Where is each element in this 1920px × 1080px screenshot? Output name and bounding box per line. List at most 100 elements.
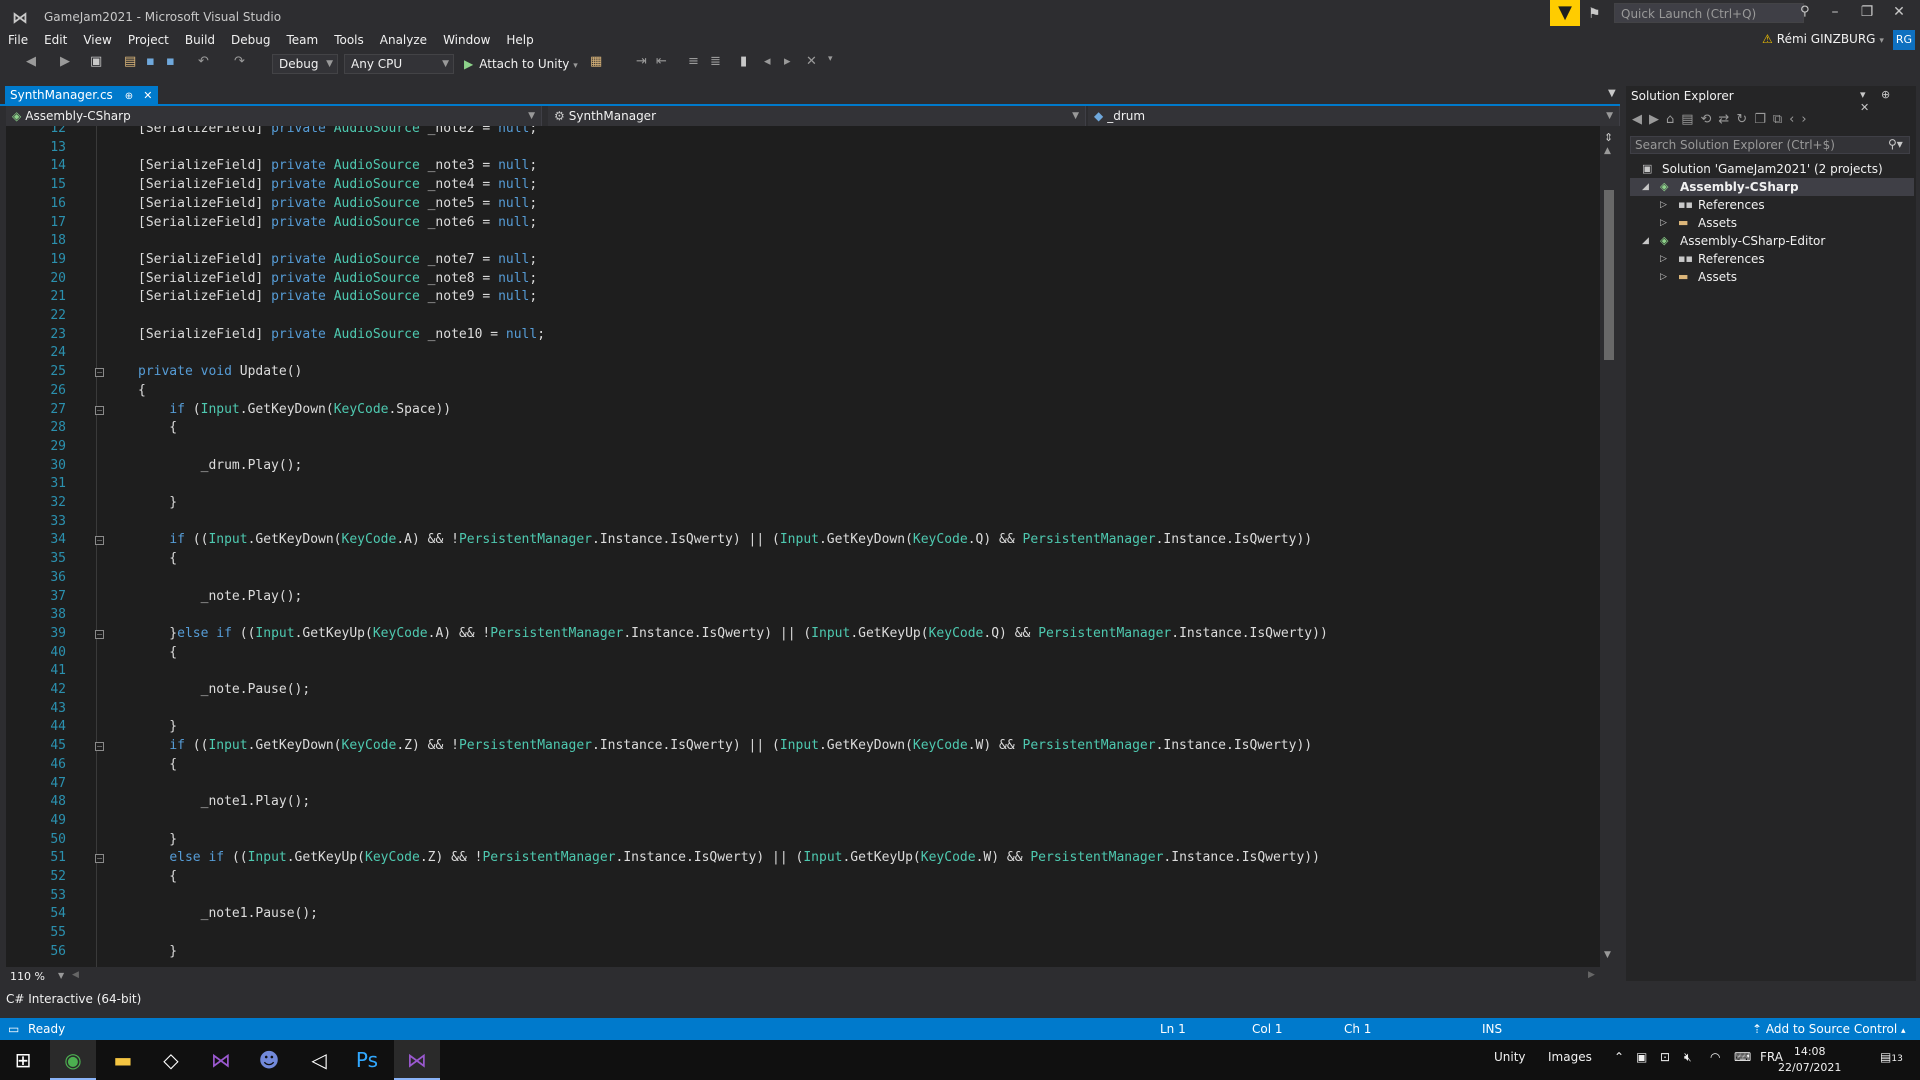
avatar[interactable]: RG bbox=[1893, 30, 1915, 50]
visual-studio-active-icon[interactable]: ⋈ bbox=[394, 1040, 440, 1080]
file-explorer-icon[interactable]: ▬ bbox=[100, 1040, 146, 1080]
attach-to-unity-button[interactable]: ▶ Attach to Unity ▾ bbox=[464, 54, 578, 76]
visual-studio-icon[interactable]: ⋈ bbox=[198, 1040, 244, 1080]
tree-item[interactable]: ▷ ▪▪ References bbox=[1630, 250, 1914, 268]
output-window-icon[interactable]: ▭ bbox=[8, 1018, 19, 1040]
expand-icon[interactable]: ▷ bbox=[1660, 250, 1667, 268]
restore-icon[interactable]: ❐ bbox=[1852, 4, 1882, 20]
step-into-icon[interactable]: ⇤ bbox=[656, 54, 667, 69]
notifications-icon[interactable]: ⚑ bbox=[1588, 6, 1601, 22]
collapse-region-icon[interactable]: − bbox=[95, 536, 104, 546]
code-line[interactable]: [SerializeField] private AudioSource _no… bbox=[138, 288, 537, 307]
tray-app-icon[interactable]: ▣ bbox=[1636, 1050, 1647, 1064]
solution-platform-select[interactable]: Any CPU ▼ bbox=[344, 54, 454, 74]
code-line[interactable]: else if ((Input.GetKeyUp(KeyCode.Z) && !… bbox=[138, 849, 1320, 868]
zoom-level[interactable]: 110 % bbox=[10, 970, 45, 983]
undo-icon[interactable]: ↶ bbox=[198, 54, 209, 69]
menu-tools[interactable]: Tools bbox=[326, 30, 372, 50]
comment-icon[interactable]: ≡ bbox=[688, 54, 699, 69]
uncomment-icon[interactable]: ≣ bbox=[710, 54, 721, 69]
volume-muted-icon[interactable]: 🔇︎ bbox=[1684, 1050, 1692, 1065]
code-line[interactable]: if ((Input.GetKeyDown(KeyCode.A) && !Per… bbox=[138, 531, 1312, 550]
navigate-forward-icon[interactable]: ▶ bbox=[60, 54, 70, 69]
clock[interactable]: 14:08 22/07/2021 bbox=[1778, 1044, 1841, 1076]
tree-item[interactable]: ▷ ▬ Assets bbox=[1630, 268, 1914, 286]
collapse-region-icon[interactable]: − bbox=[95, 405, 104, 415]
member-dropdown[interactable]: ◆ _drum ▼ bbox=[1088, 106, 1620, 126]
scroll-up-icon[interactable]: ▲ bbox=[1604, 146, 1611, 156]
start-icon[interactable]: ⊞ bbox=[0, 1040, 46, 1080]
new-project-icon[interactable]: ▣ bbox=[90, 54, 102, 69]
tree-item[interactable]: ◢ ◈ Assembly-CSharp bbox=[1630, 178, 1914, 196]
discord-icon[interactable]: ☻ bbox=[246, 1040, 292, 1080]
bookmark-icon[interactable]: ▮ bbox=[740, 54, 747, 69]
collapse-region-icon[interactable]: − bbox=[95, 629, 104, 639]
horizontal-scrollbar[interactable] bbox=[6, 967, 1600, 985]
pin-icon[interactable]: ⊕ bbox=[125, 91, 133, 102]
code-line[interactable]: { bbox=[138, 644, 177, 663]
scroll-down-icon[interactable]: ▼ bbox=[1604, 950, 1611, 960]
network-icon[interactable]: ⊡ bbox=[1660, 1050, 1670, 1064]
code-line[interactable]: _note1.Play(); bbox=[138, 793, 311, 812]
code-line[interactable]: if (Input.GetKeyDown(KeyCode.Space)) bbox=[138, 401, 451, 420]
panel-window-controls[interactable]: ▾ ⊕ ✕ bbox=[1860, 88, 1920, 114]
add-to-source-control-button[interactable]: ⇡ Add to Source Control ▴ bbox=[1752, 1018, 1906, 1042]
project-dropdown[interactable]: ◈ Assembly-CSharp ▼ bbox=[6, 106, 542, 126]
tree-item[interactable]: ◢ ◈ Assembly-CSharp-Editor bbox=[1630, 232, 1914, 250]
tab-csharp-interactive[interactable]: C# Interactive (64-bit) bbox=[6, 992, 141, 1006]
code-line[interactable]: } bbox=[138, 943, 177, 962]
code-line[interactable]: _note.Pause(); bbox=[138, 681, 311, 700]
code-line[interactable]: { bbox=[138, 419, 177, 438]
code-line[interactable]: } bbox=[138, 718, 177, 737]
code-line[interactable]: [SerializeField] private AudioSource _no… bbox=[138, 157, 537, 176]
close-icon[interactable]: ✕ bbox=[1884, 4, 1914, 20]
collapse-region-icon[interactable]: − bbox=[95, 854, 104, 864]
feedback-filter-icon[interactable]: ▼ bbox=[1550, 0, 1580, 26]
unity-icon[interactable]: ◇ bbox=[148, 1040, 194, 1080]
close-tab-icon[interactable]: ✕ bbox=[143, 89, 152, 102]
code-line[interactable]: if ((Input.GetKeyDown(KeyCode.Z) && !Per… bbox=[138, 737, 1312, 756]
menu-file[interactable]: File bbox=[0, 30, 36, 50]
menu-help[interactable]: Help bbox=[498, 30, 541, 50]
save-icon[interactable]: ▪ bbox=[146, 54, 155, 69]
code-line[interactable]: { bbox=[138, 868, 177, 887]
step-over-icon[interactable]: ⇥ bbox=[636, 54, 647, 69]
menu-analyze[interactable]: Analyze bbox=[372, 30, 435, 50]
photoshop-icon[interactable]: Ps bbox=[344, 1040, 390, 1080]
wifi-icon[interactable]: ◠ bbox=[1710, 1050, 1720, 1064]
redo-icon[interactable]: ↷ bbox=[234, 54, 245, 69]
find-in-files-icon[interactable]: ▦ bbox=[590, 54, 602, 69]
tab-synthmanager[interactable]: SynthManager.cs ⊕ ✕ bbox=[5, 86, 159, 104]
code-line[interactable]: [SerializeField] private AudioSource _no… bbox=[138, 126, 537, 139]
open-file-icon[interactable]: ▤ bbox=[124, 54, 136, 69]
user-account[interactable]: ⚠ Rémi GINZBURG ▾ bbox=[1762, 32, 1884, 46]
expand-icon[interactable]: ▷ bbox=[1660, 214, 1667, 232]
scroll-right-icon[interactable]: ▶ bbox=[1588, 970, 1595, 980]
code-editor[interactable]: 12 13 14 15 16 17 18 19 20 21 22 23 24 25 26 27 28 29 30 31… bbox=[6, 126, 1600, 967]
scrollbar-thumb[interactable] bbox=[1604, 190, 1614, 360]
code-line[interactable]: _note1.Pause(); bbox=[138, 905, 318, 924]
solution-configuration-select[interactable]: Debug ▼ bbox=[272, 54, 338, 74]
split-window-icon[interactable]: ⇕ bbox=[1604, 131, 1613, 144]
code-line[interactable]: } bbox=[138, 494, 177, 513]
code-line[interactable]: _note.Play(); bbox=[138, 588, 303, 607]
code-line[interactable]: [SerializeField] private AudioSource _no… bbox=[138, 326, 545, 345]
navigate-back-icon[interactable]: ◀ bbox=[26, 54, 36, 69]
action-center-icon[interactable]: ▤13 bbox=[1880, 1050, 1903, 1064]
expand-icon[interactable]: ▷ bbox=[1660, 268, 1667, 286]
code-line[interactable]: [SerializeField] private AudioSource _no… bbox=[138, 195, 537, 214]
solution-explorer-search-input[interactable]: Search Solution Explorer (Ctrl+$) bbox=[1630, 136, 1910, 154]
code-line[interactable]: [SerializeField] private AudioSource _no… bbox=[138, 251, 537, 270]
menu-debug[interactable]: Debug bbox=[223, 30, 278, 50]
chevron-down-icon[interactable]: ▼ bbox=[58, 971, 64, 980]
menu-project[interactable]: Project bbox=[120, 30, 177, 50]
toolbar-overflow-icon[interactable]: ▾ bbox=[828, 54, 833, 64]
tree-item[interactable]: ▷ ▬ Assets bbox=[1630, 214, 1914, 232]
menu-window[interactable]: Window bbox=[435, 30, 498, 50]
save-all-icon[interactable]: ▪ bbox=[166, 54, 175, 69]
search-icon[interactable]: ⚲▾ bbox=[1888, 137, 1903, 151]
unity-hub-icon[interactable]: ◁ bbox=[296, 1040, 342, 1080]
chrome-icon[interactable]: ◉ bbox=[50, 1040, 96, 1080]
collapse-icon[interactable]: ◢ bbox=[1642, 232, 1649, 250]
code-line[interactable]: [SerializeField] private AudioSource _no… bbox=[138, 176, 537, 195]
